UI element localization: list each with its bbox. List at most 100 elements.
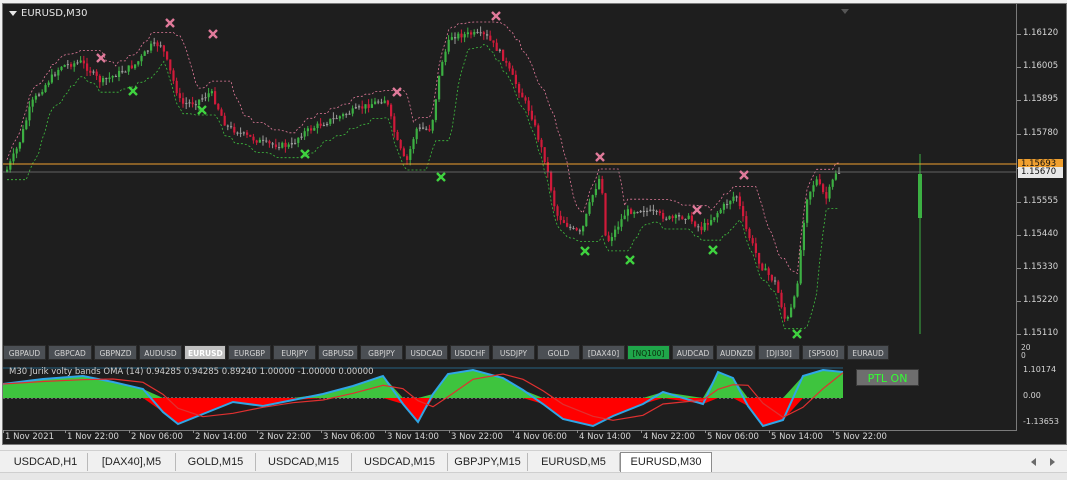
ptl-on-button[interactable]: PTL ON bbox=[856, 369, 919, 386]
symbol-button[interactable]: EURAUD bbox=[847, 345, 889, 360]
candle-body bbox=[306, 128, 309, 132]
candle-body bbox=[492, 40, 495, 43]
candle-body bbox=[476, 31, 479, 33]
candle-body bbox=[450, 37, 453, 40]
candle-body bbox=[470, 32, 473, 35]
symbol-button[interactable]: GBPJPY bbox=[360, 345, 403, 360]
candle-body bbox=[562, 220, 565, 223]
symbol-button[interactable]: GBPUSD bbox=[318, 345, 358, 360]
symbol-button[interactable]: AUDUSD bbox=[139, 345, 182, 360]
candle-body bbox=[607, 235, 610, 241]
candle-body bbox=[406, 156, 409, 160]
candle-body bbox=[674, 215, 677, 219]
candle-body bbox=[655, 210, 658, 212]
symbol-button[interactable]: AUDNZD bbox=[716, 345, 756, 360]
candle-body bbox=[188, 102, 191, 104]
symbol-button[interactable]: GBPAUD bbox=[3, 345, 46, 360]
candle-body bbox=[681, 216, 684, 220]
candle-body bbox=[89, 70, 92, 73]
indicator-window[interactable]: M30 Jurik volty bands OMA (14) 0.94285 0… bbox=[2, 364, 1018, 431]
candle-body bbox=[431, 119, 434, 131]
candle-body bbox=[265, 140, 268, 142]
symbol-button[interactable]: [DJI30] bbox=[758, 345, 800, 360]
chart-tab[interactable]: GBPJPY,M15 bbox=[448, 453, 528, 471]
candle-body bbox=[127, 65, 130, 72]
time-axis-tick: 4 Nov 22:00 bbox=[641, 430, 695, 442]
candle-body bbox=[566, 222, 569, 227]
candle-body bbox=[434, 99, 437, 120]
candle-body bbox=[271, 143, 274, 145]
candle-body bbox=[687, 215, 690, 219]
candle-body bbox=[575, 228, 578, 231]
price-axis-tick: 1.15780 bbox=[1016, 128, 1059, 138]
candle-body bbox=[498, 49, 501, 51]
candle-body bbox=[508, 62, 511, 69]
chart-tab[interactable]: USDCAD,M15 bbox=[256, 453, 352, 471]
candle-body bbox=[719, 209, 722, 214]
chart-tab[interactable]: [DAX40],M5 bbox=[88, 453, 176, 471]
candle-body bbox=[614, 229, 617, 238]
symbol-button[interactable]: USDCHF bbox=[450, 345, 490, 360]
candle-body bbox=[678, 215, 681, 217]
indicator-axis[interactable]: 1.10174 0.00 -1.13653 bbox=[1017, 363, 1067, 431]
tab-scroll-right-icon[interactable] bbox=[1050, 458, 1055, 466]
candle-body bbox=[511, 68, 514, 75]
candle-body bbox=[140, 55, 143, 62]
candle-body bbox=[118, 70, 121, 77]
candle-body bbox=[370, 104, 373, 108]
candle-body bbox=[770, 274, 773, 281]
candle-body bbox=[639, 210, 642, 213]
sell-signal-cross-icon bbox=[96, 53, 106, 63]
symbol-button[interactable]: USDJPY bbox=[492, 345, 535, 360]
symbol-button[interactable]: USDCAD bbox=[405, 345, 448, 360]
symbol-button[interactable]: AUDCAD bbox=[672, 345, 714, 360]
candle-body bbox=[31, 99, 34, 107]
candle-body bbox=[732, 196, 735, 201]
candle-body bbox=[70, 64, 73, 67]
candle-body bbox=[713, 217, 716, 221]
candle-body bbox=[63, 64, 66, 67]
candle-body bbox=[322, 125, 325, 127]
candle-body bbox=[505, 60, 508, 63]
candle-body bbox=[786, 317, 789, 319]
symbol-button[interactable]: EURUSD bbox=[184, 345, 226, 360]
symbol-button[interactable]: [SP500] bbox=[802, 345, 845, 360]
chart-tab[interactable]: USDCAD,H1 bbox=[4, 453, 88, 471]
price-chart[interactable]: EURUSD,M30 bbox=[3, 4, 1018, 342]
candle-body bbox=[633, 212, 636, 214]
buy-signal-cross-icon bbox=[436, 172, 446, 182]
symbol-button[interactable]: GBPNZD bbox=[94, 345, 137, 360]
price-axis[interactable]: 1.16120 1.16005 1.15895 1.15780 1.15670 1.155… bbox=[1016, 3, 1067, 341]
candle-body bbox=[767, 268, 770, 275]
chart-tab[interactable]: USDCAD,M15 bbox=[352, 453, 448, 471]
candle-body bbox=[806, 199, 809, 223]
time-axis-tick: 3 Nov 22:00 bbox=[449, 430, 503, 442]
time-axis-tick: 3 Nov 14:00 bbox=[385, 430, 439, 442]
candle-body bbox=[6, 169, 9, 172]
time-axis-tick: 5 Nov 22:00 bbox=[833, 430, 887, 442]
candle-body bbox=[918, 174, 922, 218]
indicator-axis-tick: 0.00 bbox=[1023, 391, 1041, 400]
symbol-button[interactable]: GBPCAD bbox=[48, 345, 92, 360]
candle-body bbox=[764, 268, 767, 271]
chart-tab[interactable]: EURUSD,M5 bbox=[528, 453, 620, 471]
tab-scroll-left-icon[interactable] bbox=[1031, 458, 1036, 466]
chart-area[interactable]: EURUSD,M30 M30 Jurik volty bands OMA (14… bbox=[2, 3, 1018, 431]
chart-tab[interactable]: GOLD,M15 bbox=[176, 453, 256, 471]
candle-body bbox=[585, 213, 588, 227]
chart-symbol-label[interactable]: EURUSD,M30 bbox=[9, 8, 87, 19]
symbol-button[interactable]: EURGBP bbox=[228, 345, 271, 360]
candle-body bbox=[822, 184, 825, 193]
symbol-button[interactable]: [DAX40] bbox=[582, 345, 625, 360]
candle-body bbox=[223, 115, 226, 126]
time-axis[interactable]: 1 Nov 2021 1 Nov 22:00 2 Nov 06:00 2 Nov 14… bbox=[2, 430, 1067, 445]
symbol-button[interactable]: EURJPY bbox=[273, 345, 316, 360]
chart-tab[interactable]: EURUSD,M30 bbox=[620, 452, 712, 472]
candle-body bbox=[495, 42, 498, 51]
candle-body bbox=[338, 116, 341, 119]
symbol-button[interactable]: GOLD bbox=[537, 345, 580, 360]
candle-body bbox=[706, 222, 709, 225]
candle-body bbox=[825, 192, 828, 199]
symbol-button[interactable]: [NQ100] bbox=[627, 345, 670, 360]
candle-body bbox=[57, 69, 60, 76]
